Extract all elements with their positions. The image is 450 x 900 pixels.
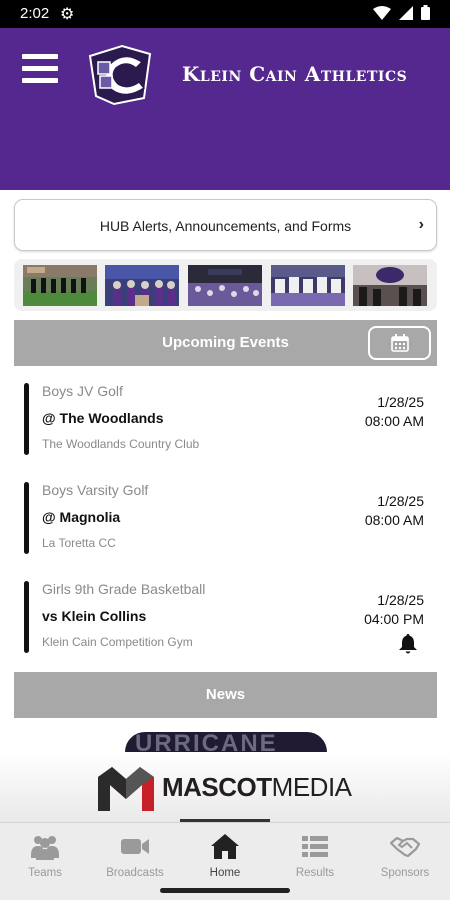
event-date: 1/28/25 bbox=[377, 394, 424, 410]
nav-label: Sponsors bbox=[380, 867, 430, 879]
news-article-image[interactable]: URRICANE bbox=[125, 732, 327, 752]
event-opponent: @ The Woodlands bbox=[42, 410, 164, 426]
calendar-button[interactable] bbox=[368, 326, 431, 360]
nav-label: Results bbox=[295, 867, 335, 879]
event-time: 08:00 AM bbox=[364, 512, 424, 528]
nav-label: Teams bbox=[28, 867, 62, 879]
nav-teams[interactable]: Teams bbox=[0, 823, 90, 883]
event-date: 1/28/25 bbox=[377, 493, 424, 509]
event-accent-bar bbox=[24, 581, 29, 653]
settings-gear-icon: ⚙ bbox=[60, 6, 75, 23]
status-time: 2:02 bbox=[20, 5, 50, 22]
bottom-navigation: Teams Broadcasts Home Results Sponsors bbox=[0, 822, 450, 882]
nav-home[interactable]: Home bbox=[180, 823, 270, 883]
bell-icon[interactable] bbox=[398, 633, 418, 655]
nav-label: Home bbox=[209, 867, 241, 879]
teams-icon bbox=[31, 836, 59, 860]
hub-alerts-label: HUB Alerts, Announcements, and Forms bbox=[99, 218, 352, 234]
status-icons bbox=[373, 5, 430, 20]
home-icon bbox=[211, 834, 239, 859]
app-title: Klein Cain Athletics bbox=[182, 62, 408, 86]
hub-alerts-button[interactable]: HUB Alerts, Announcements, and Forms › bbox=[14, 199, 437, 251]
event-time: 08:00 AM bbox=[364, 413, 424, 429]
event-opponent: @ Magnolia bbox=[42, 509, 121, 525]
nav-sponsors[interactable]: Sponsors bbox=[360, 823, 450, 883]
list-icon bbox=[302, 836, 328, 857]
event-opponent: vs Klein Collins bbox=[42, 608, 147, 624]
chevron-right-icon: › bbox=[418, 216, 424, 233]
battery-icon bbox=[421, 5, 430, 20]
calendar-icon bbox=[391, 334, 409, 352]
status-bar: 2:02 ⚙ bbox=[0, 0, 450, 28]
event-sport: Boys JV Golf bbox=[42, 383, 123, 399]
sponsor-name-part1: MASCOT bbox=[162, 772, 272, 802]
app-header: Klein Cain Athletics bbox=[0, 28, 450, 190]
nav-broadcasts[interactable]: Broadcasts bbox=[90, 823, 180, 883]
sponsor-name-part2: MEDIA bbox=[271, 772, 352, 802]
event-accent-bar bbox=[24, 383, 29, 455]
photo-thumbnail[interactable] bbox=[271, 265, 345, 306]
nav-label: Broadcasts bbox=[106, 867, 164, 879]
news-banner-text: URRICANE bbox=[135, 732, 278, 752]
handshake-icon bbox=[390, 836, 420, 858]
photo-thumbnail[interactable] bbox=[353, 265, 427, 306]
news-header: News bbox=[14, 672, 437, 718]
event-sport: Boys Varsity Golf bbox=[42, 482, 149, 498]
event-date: 1/28/25 bbox=[377, 592, 424, 608]
wifi-icon bbox=[373, 5, 391, 20]
upcoming-events-header: Upcoming Events bbox=[14, 320, 437, 366]
sponsor-name: MASCOTMEDIA bbox=[162, 772, 352, 803]
news-title: News bbox=[205, 686, 246, 703]
photo-thumbnail[interactable] bbox=[23, 265, 97, 306]
mascot-media-logo bbox=[98, 767, 154, 811]
photo-carousel[interactable] bbox=[14, 259, 437, 311]
event-item[interactable]: Girls 9th Grade Basketball vs Klein Coll… bbox=[0, 581, 450, 671]
event-item[interactable]: Boys JV Golf @ The Woodlands The Woodlan… bbox=[0, 383, 450, 473]
gesture-bar bbox=[0, 882, 450, 900]
event-venue: La Toretta CC bbox=[42, 536, 116, 550]
event-venue: The Woodlands Country Club bbox=[42, 437, 200, 451]
sponsor-banner[interactable]: MASCOTMEDIA bbox=[0, 752, 450, 822]
event-sport: Girls 9th Grade Basketball bbox=[42, 581, 206, 597]
event-accent-bar bbox=[24, 482, 29, 554]
event-item[interactable]: Boys Varsity Golf @ Magnolia La Toretta … bbox=[0, 482, 450, 572]
video-camera-icon bbox=[121, 839, 149, 854]
photo-thumbnail[interactable] bbox=[105, 265, 179, 306]
event-time: 04:00 PM bbox=[364, 611, 424, 627]
nav-results[interactable]: Results bbox=[270, 823, 360, 883]
photo-thumbnail[interactable] bbox=[188, 265, 262, 306]
school-logo[interactable] bbox=[84, 42, 164, 106]
hamburger-menu-icon[interactable] bbox=[22, 54, 58, 84]
event-venue: Klein Cain Competition Gym bbox=[42, 635, 193, 649]
signal-icon bbox=[399, 5, 413, 20]
